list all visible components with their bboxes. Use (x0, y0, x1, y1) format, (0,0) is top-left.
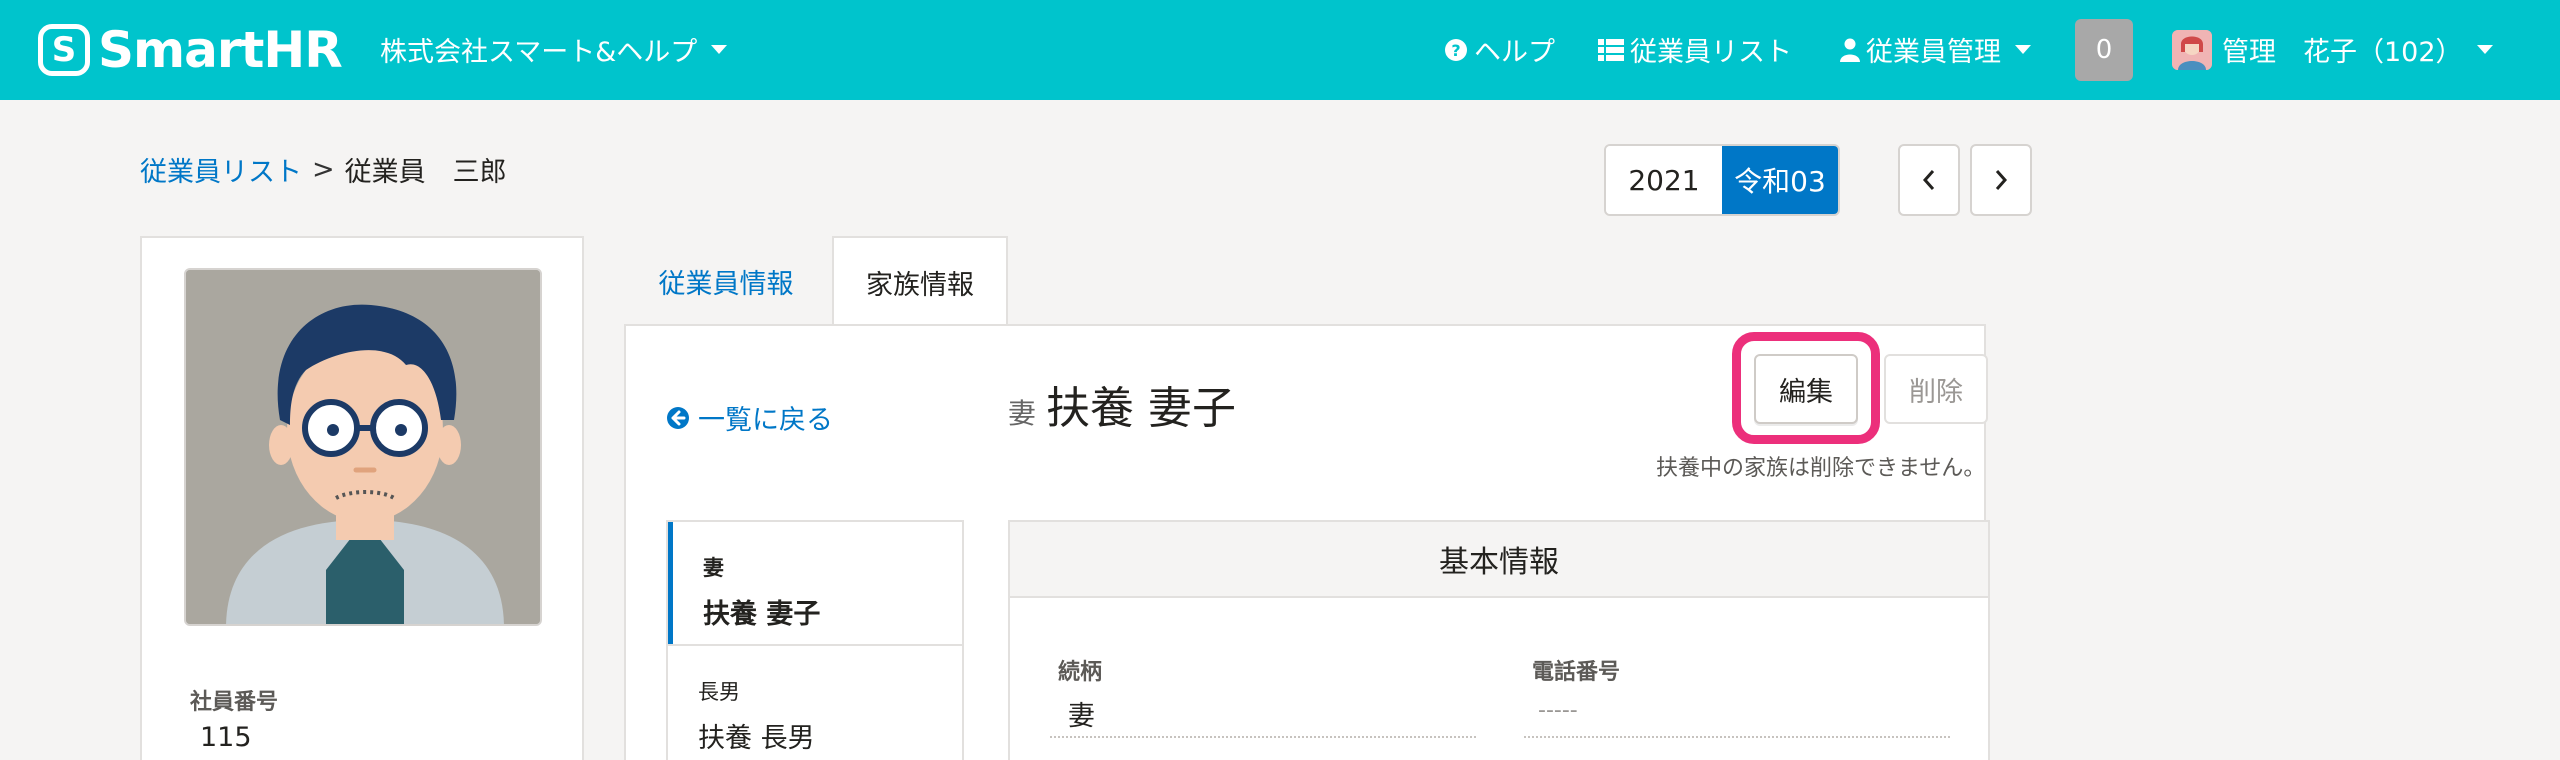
field-relation-underline (1050, 736, 1476, 738)
field-relation-value: 妻 (1068, 701, 1095, 732)
company-switcher[interactable]: 株式会社スマート&ヘルプ (380, 30, 728, 69)
basic-info-section: 基本情報 続柄 妻 電話番号 ----- (1008, 520, 1990, 760)
title-relation: 妻 (1008, 397, 1037, 430)
nav-employee-list[interactable]: 従業員リスト (1598, 30, 1792, 69)
user-icon (1840, 38, 1860, 62)
chevron-down-icon (711, 45, 728, 54)
logo-mark-icon: S (38, 24, 90, 76)
back-to-list-link[interactable]: 一覧に戻る (666, 398, 833, 437)
family-member-list: 妻 扶養 妻子 長男 扶養 長男 (666, 520, 964, 760)
prev-button[interactable] (1898, 144, 1960, 216)
year-switcher: 2021 令和03 (1604, 144, 1840, 216)
employee-number-label: 社員番号 (190, 690, 279, 715)
breadcrumb: 従業員リスト > 従業員 三郎 (140, 150, 507, 189)
tab-family-info[interactable]: 家族情報 (832, 236, 1008, 326)
logo-text: SmartHR (98, 21, 343, 79)
year-japanese-button[interactable]: 令和03 (1722, 146, 1838, 214)
field-phone-label: 電話番号 (1532, 660, 1621, 685)
year-western-button[interactable]: 2021 (1606, 146, 1722, 214)
basic-info-title: 基本情報 (1010, 522, 1988, 598)
family-member-name: 扶養 長男 (698, 723, 815, 754)
nav-help-label: ヘルプ (1474, 37, 1555, 68)
breadcrumb-employee-list[interactable]: 従業員リスト (140, 150, 302, 189)
delete-note: 扶養中の家族は削除できません。 (1656, 456, 1986, 481)
chevron-down-icon (2476, 45, 2493, 54)
nav-employee-manage-label: 従業員管理 (1866, 37, 2001, 68)
family-member-relation: 妻 (703, 556, 724, 580)
app-header: S SmartHR 株式会社スマート&ヘルプ ? ヘルプ 従業員リスト 従業員管… (0, 0, 2560, 100)
company-name: 株式会社スマート&ヘルプ (380, 37, 698, 68)
user-menu[interactable]: 管理 花子（102） (2222, 30, 2493, 69)
breadcrumb-current: 従業員 三郎 (344, 157, 507, 188)
field-phone-value: ----- (1538, 698, 1578, 723)
smarthr-logo[interactable]: S SmartHR (38, 21, 343, 79)
employee-number-value: 115 (200, 722, 252, 753)
title-name: 扶養 妻子 (1046, 383, 1237, 434)
chevron-left-icon (1922, 170, 1935, 190)
family-member-item[interactable]: 長男 扶養 長男 (668, 646, 962, 760)
breadcrumb-separator: > (312, 154, 335, 185)
family-member-name: 扶養 妻子 (703, 599, 821, 630)
employee-photo (184, 268, 542, 626)
employee-avatar-illustration (186, 270, 540, 624)
next-button[interactable] (1970, 144, 2032, 216)
profile-card: 社員番号 115 (140, 236, 584, 760)
family-member-title: 妻 扶養 妻子 (1008, 372, 1236, 436)
user-avatar[interactable] (2172, 30, 2212, 70)
svg-text:?: ? (1451, 41, 1460, 60)
back-to-list-label: 一覧に戻る (698, 405, 833, 436)
nav-help[interactable]: ? ヘルプ (1444, 30, 1555, 69)
nav-employee-list-label: 従業員リスト (1630, 37, 1792, 68)
notification-badge[interactable]: 0 (2075, 19, 2133, 81)
chevron-right-icon (1995, 170, 2008, 190)
user-avatar-icon (2172, 30, 2212, 70)
field-relation-label: 続柄 (1058, 660, 1103, 685)
edit-button[interactable]: 編集 (1754, 354, 1858, 424)
field-phone-underline (1524, 736, 1950, 738)
list-icon (1598, 38, 1624, 61)
user-name: 管理 花子（102） (2222, 37, 2463, 68)
nav-employee-manage[interactable]: 従業員管理 (1840, 30, 2031, 69)
question-circle-icon: ? (1445, 38, 1467, 61)
arrow-circle-left-icon (667, 406, 689, 429)
family-member-item[interactable]: 妻 扶養 妻子 (668, 522, 962, 644)
tab-employee-info[interactable]: 従業員情報 (624, 236, 828, 326)
delete-button[interactable]: 削除 (1884, 354, 1988, 424)
family-member-relation: 長男 (698, 680, 740, 704)
chevron-down-icon (2015, 45, 2031, 54)
